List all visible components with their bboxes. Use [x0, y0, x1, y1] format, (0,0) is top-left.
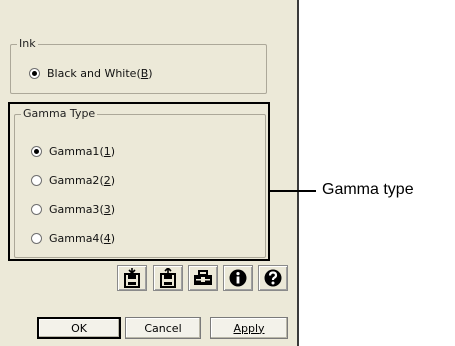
information-button[interactable]	[223, 265, 253, 291]
ink-group-label: Ink	[17, 37, 38, 50]
save-icon	[124, 268, 140, 288]
info-icon	[229, 269, 247, 287]
ink-option-label: Black and White(B)	[47, 66, 153, 80]
callout-line	[270, 190, 316, 192]
apply-button-label: Apply	[233, 321, 265, 335]
radio-button-icon[interactable]	[29, 67, 40, 79]
load-settings-button[interactable]	[153, 265, 183, 291]
help-icon	[264, 269, 282, 287]
help-button[interactable]	[258, 265, 288, 291]
toolbox-button[interactable]	[188, 265, 218, 291]
ink-group: Ink Black and White(B)	[10, 37, 267, 94]
toolbox-icon	[194, 270, 212, 285]
save-settings-button[interactable]	[117, 265, 147, 291]
load-icon	[160, 268, 176, 288]
cancel-button[interactable]: Cancel	[125, 317, 201, 339]
gamma-type-callout: Gamma type	[322, 181, 414, 198]
gamma-type-highlight-box	[8, 102, 270, 261]
apply-button[interactable]: Apply	[210, 317, 288, 339]
ok-button[interactable]: OK	[37, 317, 121, 339]
ink-option-black-and-white[interactable]: Black and White(B)	[29, 65, 153, 81]
